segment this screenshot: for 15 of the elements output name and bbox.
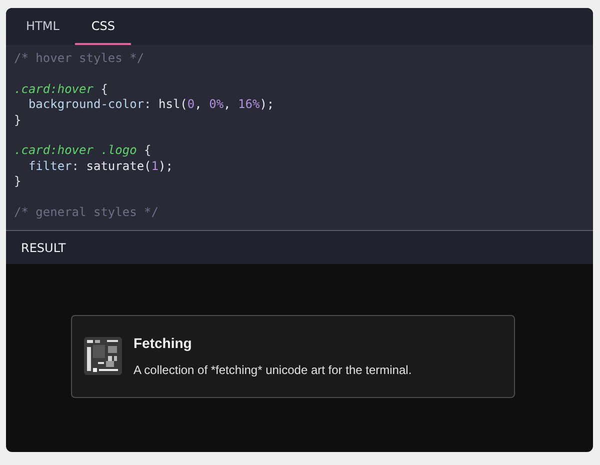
code-line: .card:hover .logo { — [14, 143, 152, 159]
result-label: RESULT — [21, 240, 66, 254]
code-line: .card:hover { — [14, 82, 108, 98]
code-line: background-color: hsl(0, 0%, 16%); — [27, 97, 274, 113]
editor-tab[interactable]: HTML — [10, 8, 76, 45]
card-title: Fetching — [134, 335, 193, 351]
code-line: } — [14, 174, 22, 190]
code-line: /* hover styles */ — [14, 51, 144, 66]
code-editor[interactable]: /* hover styles */ .card:hover { background-color: hsl(0, 0%, 16%); } .card:hover .logo { filter: saturate(1); } /* general styles */ — [6, 45, 593, 231]
mosaic-logo-icon — [84, 337, 122, 375]
project-card[interactable]: Fetching A collection of *fetching* unicode art for the terminal. — [70, 314, 514, 398]
card-description: A collection of *fetching* unicode art for the terminal. — [134, 363, 412, 377]
code-line: /* general styles */ — [14, 205, 158, 220]
code-line: } — [14, 112, 22, 128]
code-line: filter: saturate(1); — [27, 158, 173, 174]
